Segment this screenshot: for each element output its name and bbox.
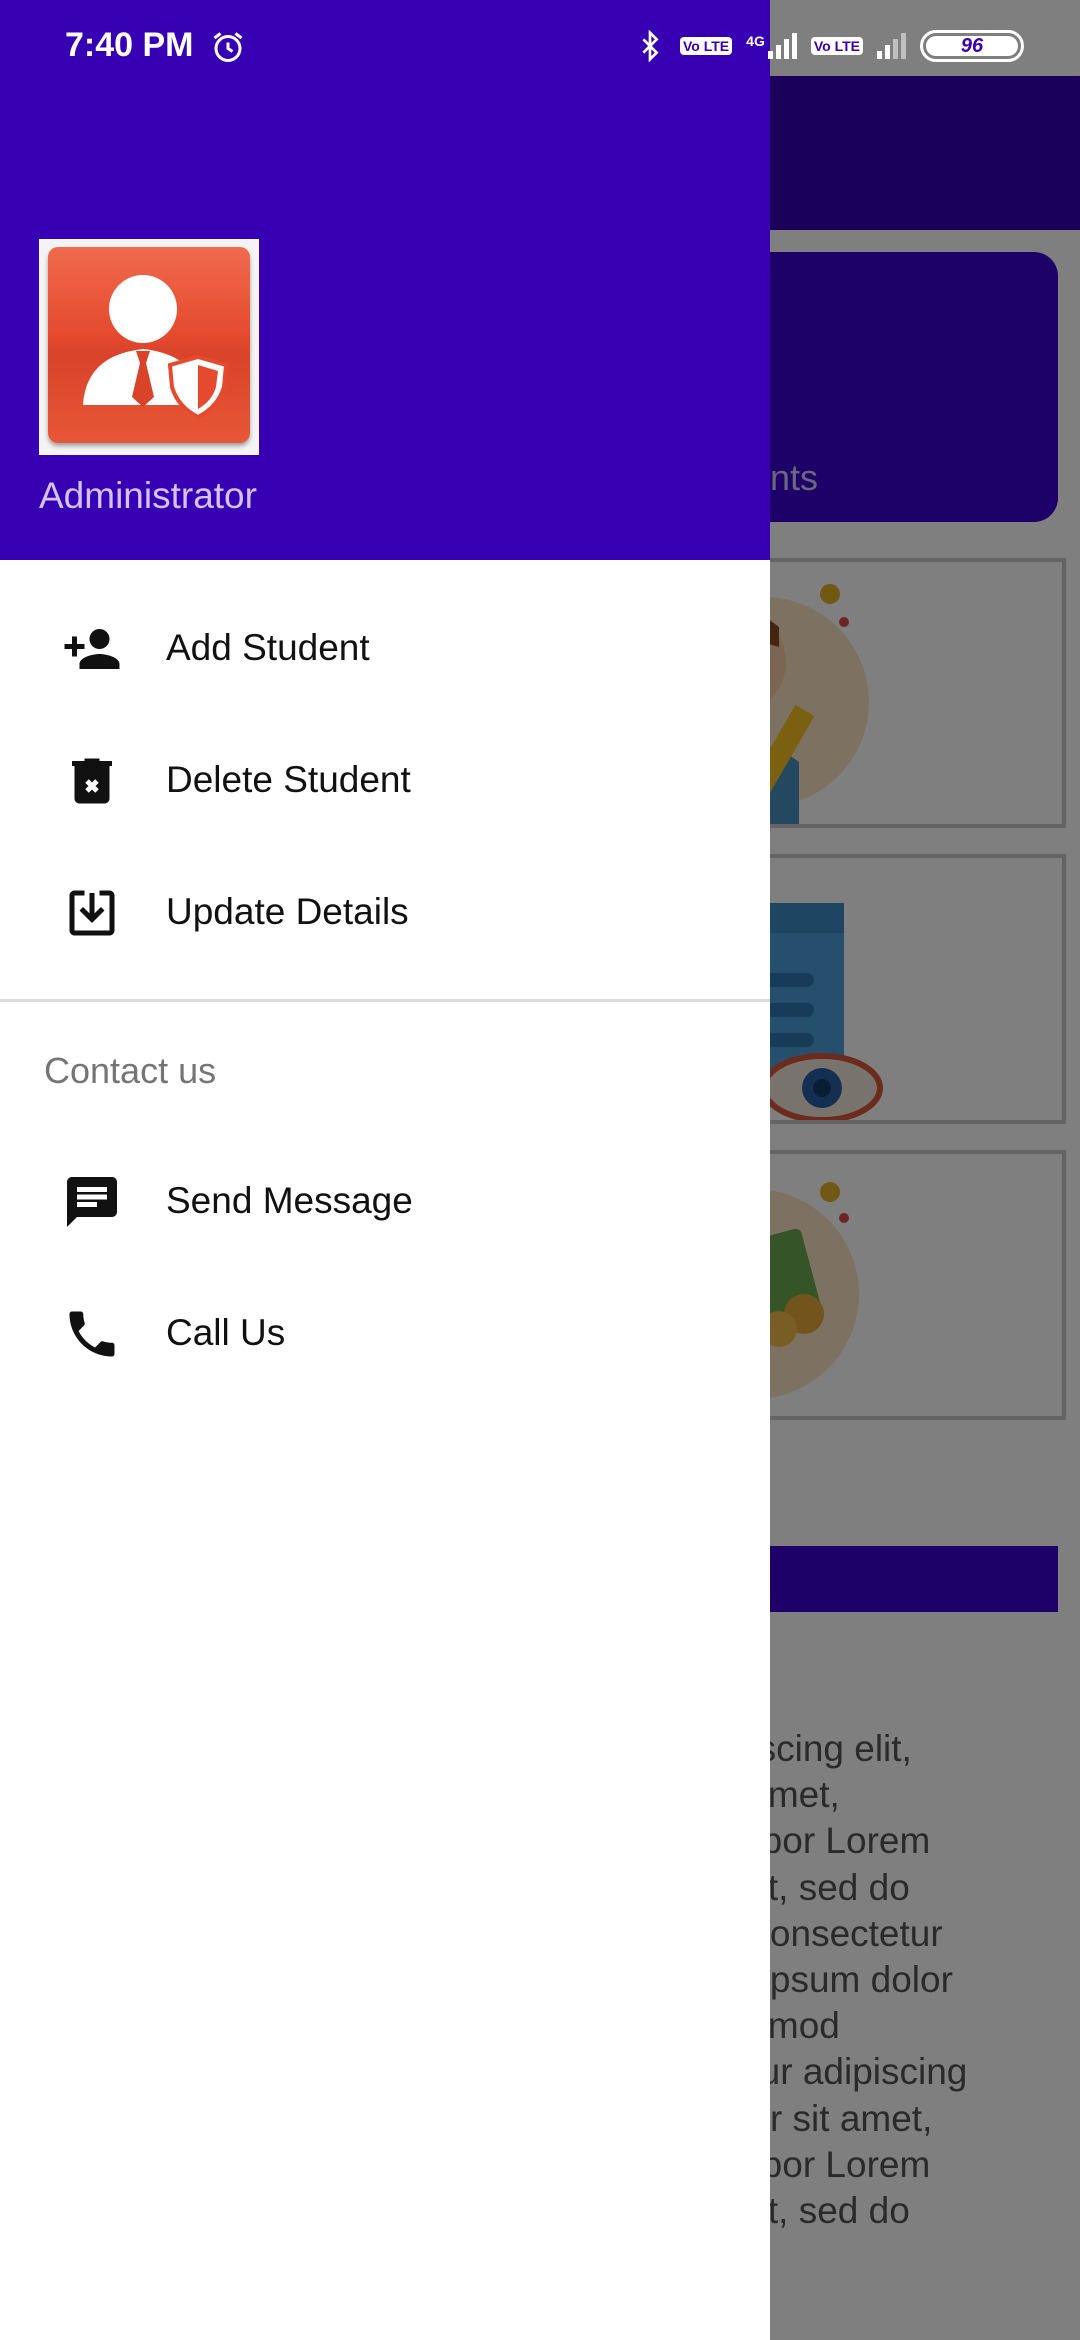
menu-item-send-message[interactable]: Send Message bbox=[0, 1136, 770, 1268]
menu-item-update-details[interactable]: Update Details bbox=[0, 847, 770, 979]
menu-item-add-student[interactable]: Add Student bbox=[0, 583, 770, 715]
signal-icon bbox=[877, 33, 906, 59]
signal-icon: 4G bbox=[746, 33, 797, 59]
delete-bin-icon bbox=[72, 758, 112, 804]
menu-item-call-us[interactable]: Call Us bbox=[0, 1268, 770, 1400]
status-bar: 7:40 PM Vo LTE 4G Vo LTE 96 bbox=[0, 0, 1080, 96]
phone-icon bbox=[69, 1311, 115, 1357]
add-person-icon bbox=[64, 629, 120, 669]
administrator-avatar-icon bbox=[48, 247, 250, 443]
menu-item-label: Delete Student bbox=[166, 759, 411, 800]
volte-icon: Vo LTE bbox=[810, 37, 863, 55]
message-icon bbox=[67, 1177, 117, 1227]
download-box-icon bbox=[69, 890, 115, 936]
status-time: 7:40 PM bbox=[65, 26, 194, 64]
drawer-divider bbox=[0, 999, 770, 1002]
volte-icon: Vo LTE bbox=[680, 37, 733, 55]
network-type: 4G bbox=[746, 33, 765, 49]
battery-icon: 96 bbox=[920, 30, 1024, 62]
navigation-drawer: Administrator Add Student Delete Student… bbox=[0, 0, 770, 2340]
menu-item-label: Call Us bbox=[166, 1312, 286, 1353]
menu-item-label: Send Message bbox=[166, 1180, 413, 1221]
menu-item-label: Update Details bbox=[166, 891, 409, 932]
avatar bbox=[39, 239, 259, 455]
menu-item-label: Add Student bbox=[166, 627, 370, 668]
menu-item-delete-student[interactable]: Delete Student bbox=[0, 715, 770, 847]
alarm-icon bbox=[213, 32, 243, 62]
bluetooth-icon bbox=[642, 30, 659, 62]
admin-name: Administrator bbox=[39, 475, 257, 516]
battery-level: 96 bbox=[960, 34, 984, 57]
contact-section-title: Contact us bbox=[44, 1050, 217, 1091]
status-icons: Vo LTE 4G Vo LTE 96 bbox=[634, 30, 1024, 62]
